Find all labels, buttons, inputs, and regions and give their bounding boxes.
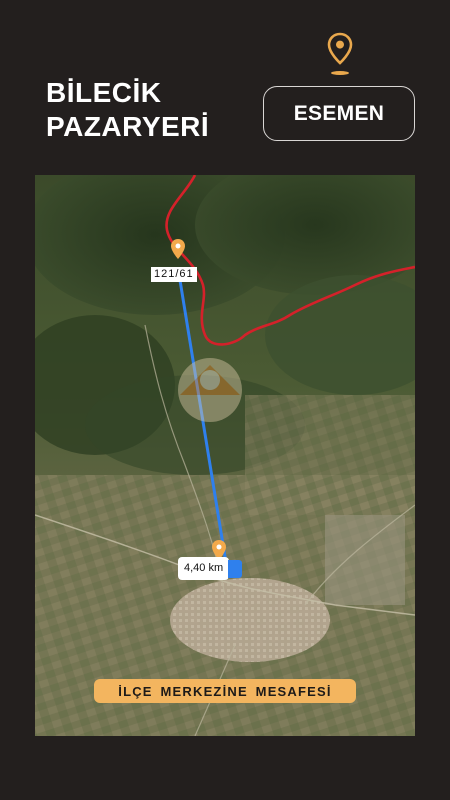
title-line-2: PAZARYERİ xyxy=(46,111,210,142)
map-canvas xyxy=(35,175,415,736)
location-button[interactable]: ESEMEN xyxy=(263,86,415,141)
page-title: BİLECİK PAZARYERİ xyxy=(46,76,209,144)
satellite-map[interactable] xyxy=(35,175,415,736)
watermark-logo xyxy=(178,358,242,422)
title-line-1: BİLECİK xyxy=(46,77,162,108)
distance-caption: İLÇE MERKEZİNE MESAFESİ xyxy=(94,679,356,703)
distance-caption-text: İLÇE MERKEZİNE MESAFESİ xyxy=(118,683,332,699)
location-button-label: ESEMEN xyxy=(293,101,385,125)
parcel-number-label: 121/61 xyxy=(151,267,197,282)
town-area xyxy=(170,578,330,662)
map-pin-icon xyxy=(327,32,353,75)
distance-value: 4,40 km xyxy=(184,562,224,574)
distance-label: 4,40 km xyxy=(178,557,243,580)
